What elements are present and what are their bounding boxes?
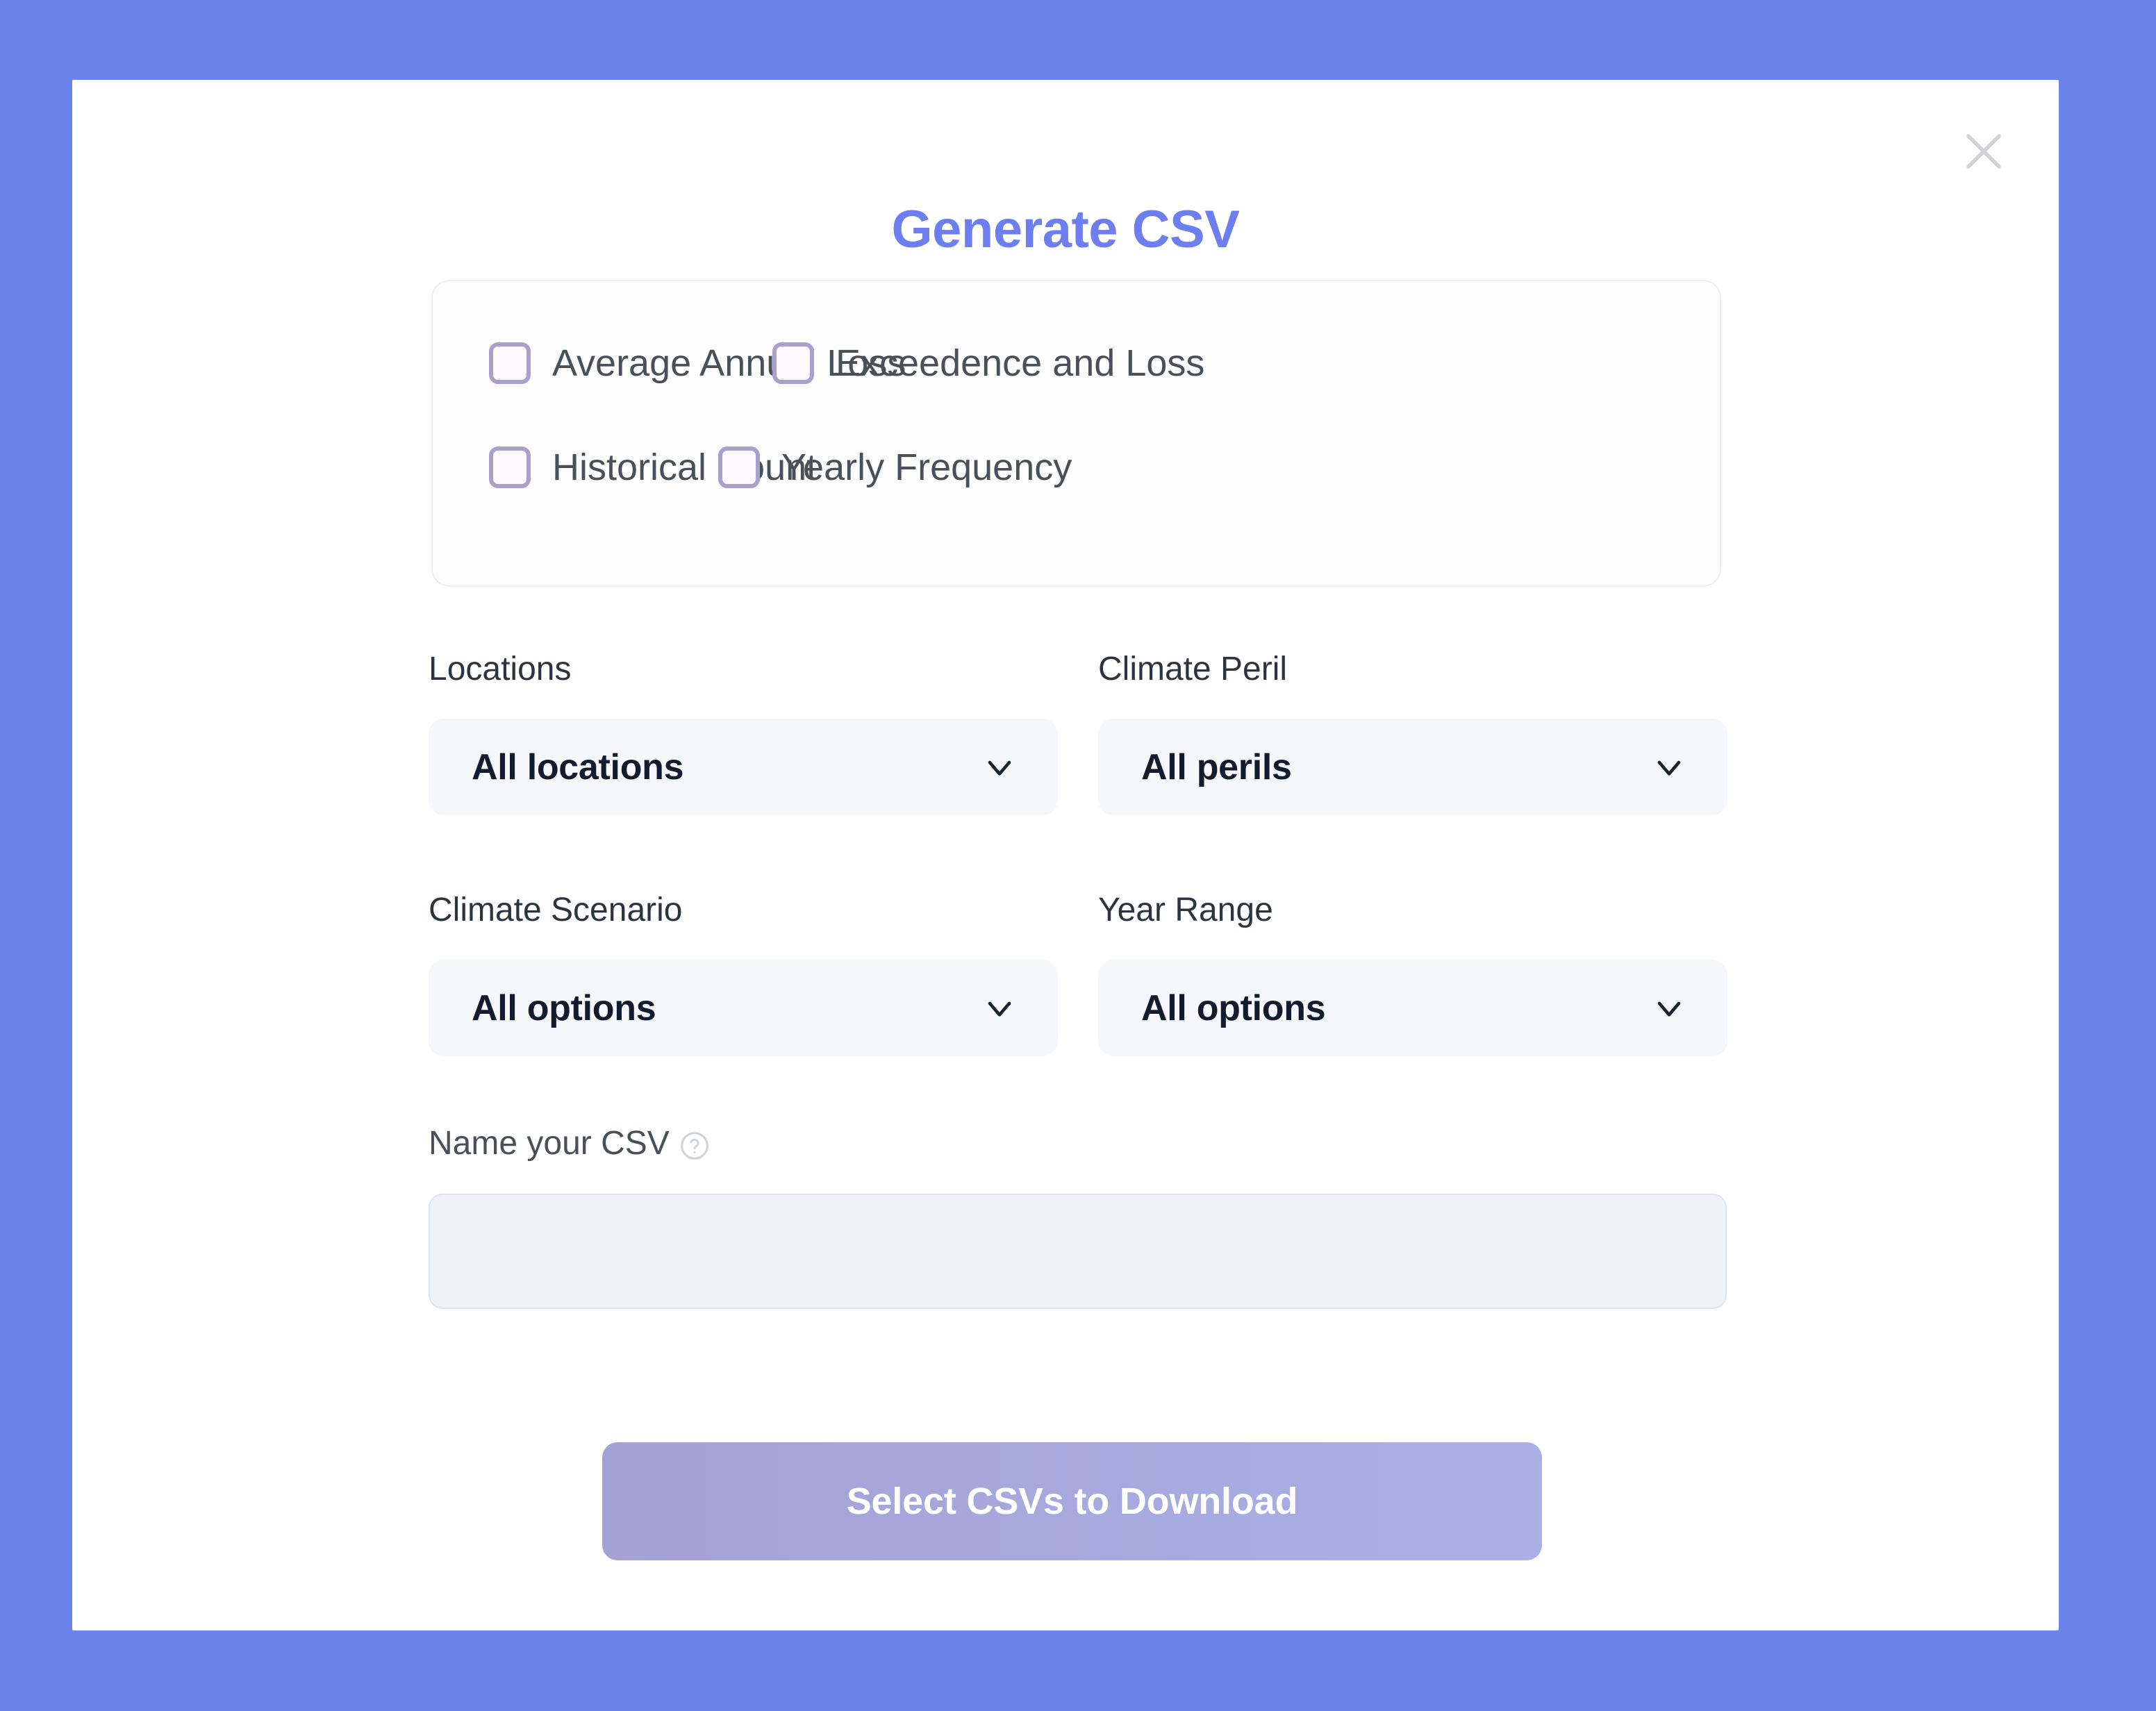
year-range-select-value: All options bbox=[1141, 987, 1326, 1028]
field-label-climate-peril: Climate Peril bbox=[1098, 651, 1288, 687]
locations-select-value: All locations bbox=[472, 746, 684, 787]
modal-overlay: Generate CSV Average Annual Loss Exceede… bbox=[0, 0, 2156, 1711]
data-type-panel: Average Annual Loss Exceedence and Loss … bbox=[431, 280, 1721, 587]
year-range-select[interactable]: All options bbox=[1098, 960, 1727, 1056]
checkbox-label: Yearly Frequency bbox=[781, 446, 1072, 488]
select-csvs-to-download-button[interactable]: Select CSVs to Download bbox=[602, 1442, 1542, 1560]
checkbox-box-icon[interactable] bbox=[489, 446, 531, 488]
field-year-range: Year Range All options bbox=[1098, 894, 1727, 1056]
field-climate-scenario: Climate Scenario All options bbox=[429, 894, 1058, 1056]
chevron-down-icon bbox=[980, 748, 1019, 787]
checkbox-yearly-frequency[interactable]: Yearly Frequency bbox=[718, 446, 1072, 488]
checkbox-box-icon[interactable] bbox=[718, 446, 760, 488]
climate-scenario-select[interactable]: All options bbox=[429, 960, 1058, 1056]
csv-name-input[interactable] bbox=[429, 1194, 1727, 1309]
checkbox-exceedence-and-loss[interactable]: Exceedence and Loss bbox=[772, 342, 1204, 384]
field-climate-peril: Climate Peril All perils bbox=[1098, 653, 1727, 815]
modal-title: Generate CSV bbox=[891, 200, 1240, 259]
locations-select[interactable]: All locations bbox=[429, 719, 1058, 815]
checkbox-label: Exceedence and Loss bbox=[836, 342, 1205, 384]
close-modal-button[interactable] bbox=[1950, 118, 2017, 185]
climate-scenario-select-value: All options bbox=[472, 987, 656, 1028]
field-locations: Locations All locations bbox=[429, 653, 1058, 815]
checkbox-box-icon[interactable] bbox=[772, 342, 814, 384]
checkbox-box-icon[interactable] bbox=[489, 342, 531, 384]
field-label-locations: Locations bbox=[429, 651, 572, 687]
field-csv-name: Name your CSV bbox=[429, 1127, 1727, 1309]
climate-peril-select-value: All perils bbox=[1141, 746, 1292, 787]
field-label-csv-name: Name your CSV bbox=[429, 1127, 1727, 1160]
climate-peril-select[interactable]: All perils bbox=[1098, 719, 1727, 815]
chevron-down-icon bbox=[1650, 748, 1689, 787]
chevron-down-icon bbox=[980, 989, 1019, 1028]
csv-name-label-text: Name your CSV bbox=[429, 1125, 670, 1162]
chevron-down-icon bbox=[1650, 989, 1689, 1028]
field-label-year-range: Year Range bbox=[1098, 892, 1273, 928]
close-icon bbox=[1961, 128, 2007, 174]
help-circle-icon[interactable] bbox=[679, 1130, 710, 1161]
field-label-climate-scenario: Climate Scenario bbox=[429, 892, 683, 928]
generate-csv-modal: Generate CSV Average Annual Loss Exceede… bbox=[72, 80, 2059, 1630]
